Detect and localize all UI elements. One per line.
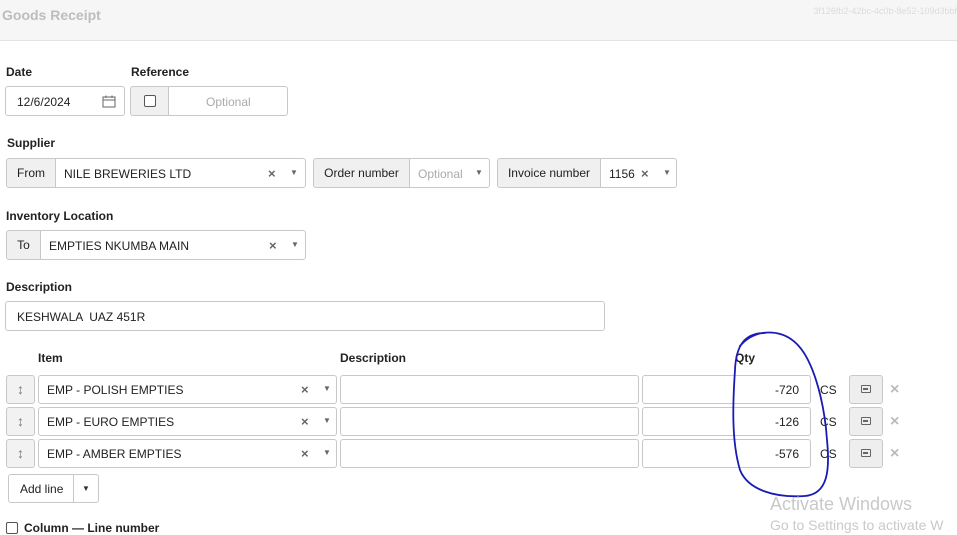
activate-windows-title: Activate Windows	[770, 494, 913, 514]
activate-windows-subtitle: Go to Settings to activate W	[770, 517, 944, 533]
qty-annotation-circle	[732, 331, 829, 498]
